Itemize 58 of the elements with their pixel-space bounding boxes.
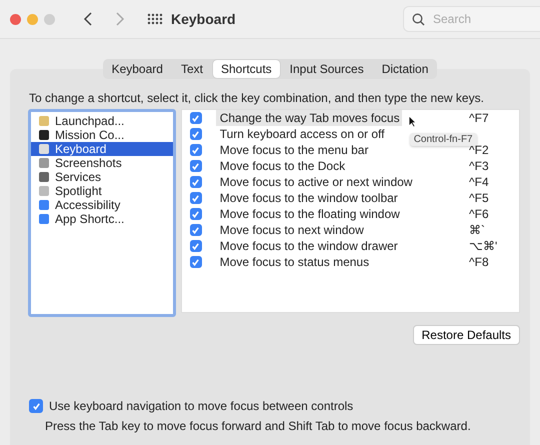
check-icon bbox=[32, 402, 40, 410]
category-item[interactable]: App Shortc... bbox=[31, 212, 173, 226]
category-item[interactable]: Launchpad... bbox=[31, 114, 173, 128]
tab[interactable]: Dictation bbox=[374, 60, 436, 78]
shortcut-label[interactable]: Move focus to the floating window bbox=[216, 206, 402, 222]
tab[interactable]: Input Sources bbox=[282, 60, 372, 78]
shortcut-keys: ^F5 bbox=[469, 191, 519, 205]
checkbox[interactable] bbox=[190, 144, 202, 156]
checkbox[interactable] bbox=[190, 192, 202, 204]
cursor-icon bbox=[408, 115, 417, 128]
back-icon[interactable] bbox=[83, 12, 93, 26]
shortcut-keys: ^F2 bbox=[469, 143, 519, 157]
tab[interactable]: Keyboard bbox=[104, 60, 171, 78]
checkbox[interactable] bbox=[190, 208, 202, 220]
checkbox[interactable] bbox=[190, 256, 202, 268]
search-field[interactable]: Search bbox=[403, 6, 540, 32]
checkbox[interactable] bbox=[29, 399, 43, 413]
shortcut-keys: ^F6 bbox=[469, 207, 519, 221]
category-item[interactable]: Accessibility bbox=[31, 198, 173, 212]
shortcut-label[interactable]: Move focus to the Dock bbox=[216, 158, 348, 174]
category-item[interactable]: Spotlight bbox=[31, 184, 173, 198]
shortcut-keys: ^F4 bbox=[469, 175, 519, 189]
checkbox[interactable] bbox=[190, 128, 202, 140]
grid-icon[interactable] bbox=[147, 13, 163, 25]
checkbox[interactable] bbox=[190, 240, 202, 252]
category-item[interactable]: Services bbox=[31, 170, 173, 184]
shortcut-label[interactable]: Turn keyboard access on or off bbox=[216, 126, 386, 142]
shortcut-label[interactable]: Move focus to the window drawer bbox=[216, 238, 400, 254]
shortcut-label[interactable]: Move focus to status menus bbox=[216, 254, 372, 270]
forward-icon[interactable] bbox=[115, 12, 125, 26]
shortcut-label[interactable]: Move focus to next window bbox=[216, 222, 366, 238]
category-item[interactable]: Keyboard bbox=[31, 142, 173, 156]
search-input[interactable]: Search bbox=[431, 11, 515, 27]
tab[interactable]: Shortcuts bbox=[212, 60, 280, 78]
checkbox[interactable] bbox=[190, 224, 202, 236]
help-text: Press the Tab key to move focus forward and Shift Tab to move focus backward. bbox=[45, 419, 472, 433]
restore-defaults-button[interactable]: Restore Defaults bbox=[412, 325, 520, 345]
shortcut-label[interactable]: Move focus to active or next window bbox=[216, 174, 414, 190]
shortcut-label[interactable]: Change the way Tab moves focus bbox=[216, 110, 402, 126]
shortcut-keys: ^F8 bbox=[469, 255, 519, 269]
category-item[interactable]: Screenshots bbox=[31, 156, 173, 170]
checkbox[interactable] bbox=[190, 160, 202, 172]
shortcut-keys: ^F7 bbox=[469, 111, 519, 125]
shortcut-keys: ⌥⌘' bbox=[469, 239, 519, 253]
tooltip: Control-fn-F7 bbox=[410, 133, 477, 146]
tab[interactable]: Text bbox=[172, 60, 211, 78]
checkbox[interactable] bbox=[190, 112, 202, 124]
checkbox[interactable] bbox=[190, 176, 202, 188]
search-icon bbox=[412, 12, 425, 26]
shortcut-label[interactable]: Move focus to the window toolbar bbox=[216, 190, 400, 206]
shortcut-label[interactable]: Move focus to the menu bar bbox=[216, 142, 370, 158]
shortcut-keys: ⌘` bbox=[469, 223, 519, 237]
category-item[interactable]: Mission Co... bbox=[31, 128, 173, 142]
instruction-text: To change a shortcut, select it, click the key combination, and then type the new keys. bbox=[29, 91, 485, 105]
window-title: Keyboard bbox=[171, 11, 236, 27]
close-button[interactable] bbox=[10, 14, 21, 24]
checkbox-label: Use keyboard navigation to move focus between controls bbox=[49, 399, 354, 413]
shortcut-keys: ^F3 bbox=[469, 159, 519, 173]
